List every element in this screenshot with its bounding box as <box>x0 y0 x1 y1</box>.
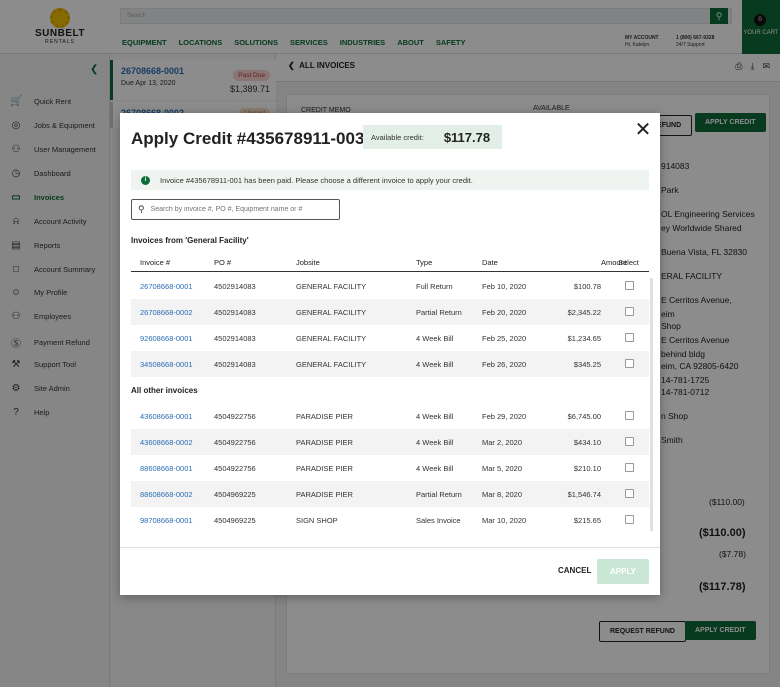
column-header-date: Date <box>482 258 498 267</box>
cell-invoice-link[interactable]: 88608668-0002 <box>140 490 193 499</box>
search-icon: ⚲ <box>138 204 145 214</box>
table-row[interactable]: 92608668-0001 4502914083 GENERAL FACILITY 4… <box>131 325 649 351</box>
cell-amount: $1,546.74 <box>567 490 601 499</box>
cell-invoice-link[interactable]: 43608668-0001 <box>140 412 193 421</box>
cell-type: 4 Week Bill <box>416 334 454 343</box>
cell-po: 4502914083 <box>214 360 256 369</box>
cell-date: Feb 29, 2020 <box>482 412 527 421</box>
select-checkbox[interactable] <box>625 359 634 368</box>
cell-date: Feb 26, 2020 <box>482 360 527 369</box>
cell-date: Mar 2, 2020 <box>482 438 523 447</box>
cell-date: Mar 5, 2020 <box>482 464 523 473</box>
cell-jobsite: SIGN SHOP <box>296 516 338 525</box>
cell-type: 4 Week Bill <box>416 464 454 473</box>
cell-jobsite: GENERAL FACILITY <box>296 360 367 369</box>
cell-type: 4 Week Bill <box>416 412 454 421</box>
apply-button[interactable]: APPLY <box>597 559 649 584</box>
column-header-po: PO # <box>214 258 232 267</box>
cell-invoice-link[interactable]: 92608668-0001 <box>140 334 193 343</box>
cell-type: 4 Week Bill <box>416 438 454 447</box>
cell-invoice-link[interactable]: 26708668-0001 <box>140 282 193 291</box>
available-credit-label: Available credit: <box>371 132 424 142</box>
select-checkbox[interactable] <box>625 411 634 420</box>
invoice-search-field[interactable]: ⚲ <box>131 199 340 220</box>
available-credit-value: $117.78 <box>443 129 491 145</box>
apply-credit-modal: Apply Credit #435678911-003 Available cr… <box>120 113 660 595</box>
modal-title: Apply Credit #435678911-003 <box>131 129 365 148</box>
cancel-button[interactable]: CANCEL <box>558 566 591 575</box>
cell-amount: $215.65 <box>573 516 601 525</box>
cell-jobsite: PARADISE PIER <box>296 490 353 499</box>
cell-po: 4504969225 <box>214 490 256 499</box>
cell-date: Feb 10, 2020 <box>482 282 527 291</box>
cell-invoice-link[interactable]: 26708668-0002 <box>140 308 193 317</box>
cell-invoice-link[interactable]: 34508668-0001 <box>140 360 193 369</box>
cell-invoice-link[interactable]: 88608668-0001 <box>140 464 193 473</box>
cell-jobsite: PARADISE PIER <box>296 412 353 421</box>
cell-po: 4504922756 <box>214 464 256 473</box>
invoice-search-input[interactable] <box>150 206 331 213</box>
cell-jobsite: PARADISE PIER <box>296 464 353 473</box>
cell-amount: $434.10 <box>573 438 601 447</box>
cell-jobsite: GENERAL FACILITY <box>296 334 367 343</box>
cell-jobsite: PARADISE PIER <box>296 438 353 447</box>
cell-po: 4502914083 <box>214 308 256 317</box>
table-row[interactable]: 98708668-0001 4504969225 SIGN SHOP Sales In… <box>131 507 649 533</box>
cell-po: 4504969225 <box>214 516 256 525</box>
table-row[interactable]: 88608668-0001 4504922756 PARADISE PIER 4 We… <box>131 455 649 481</box>
cell-amount: $2,345.22 <box>567 308 601 317</box>
available-credit-box: Available credit: $117.78 <box>363 125 502 149</box>
info-icon: i <box>141 175 150 185</box>
column-header-type: Type <box>416 258 433 267</box>
cell-amount: $6,745.00 <box>567 412 601 421</box>
cell-amount: $1,234.65 <box>567 334 601 343</box>
cell-jobsite: GENERAL FACILITY <box>296 282 367 291</box>
close-icon[interactable]: ✕ <box>632 119 654 141</box>
cell-jobsite: GENERAL FACILITY <box>296 308 367 317</box>
column-header-invoice: Invoice # <box>140 258 171 267</box>
table-row[interactable]: 26708668-0002 4502914083 GENERAL FACILITY P… <box>131 299 649 325</box>
table-row[interactable]: 88608668-0002 4504969225 PARADISE PIER Part… <box>131 481 649 507</box>
column-header-select: Select <box>618 258 639 267</box>
cell-type: Full Return <box>416 282 453 291</box>
cell-po: 4504922756 <box>214 438 256 447</box>
cell-date: Mar 8, 2020 <box>482 490 523 499</box>
select-checkbox[interactable] <box>625 489 634 498</box>
cell-amount: $345.25 <box>573 360 601 369</box>
cell-invoice-link[interactable]: 98708668-0001 <box>140 516 193 525</box>
modal-divider <box>120 547 660 548</box>
scrollbar[interactable] <box>650 278 653 531</box>
select-checkbox[interactable] <box>625 515 634 524</box>
select-checkbox[interactable] <box>625 307 634 316</box>
cell-date: Feb 25, 2020 <box>482 334 527 343</box>
table-row[interactable]: 26708668-0001 4502914083 GENERAL FACILITY F… <box>131 273 649 299</box>
section-heading: Invoices from 'General Facility' <box>131 236 249 245</box>
cell-date: Mar 10, 2020 <box>482 516 527 525</box>
cell-date: Feb 20, 2020 <box>482 308 527 317</box>
cell-type: Sales Invoice <box>416 516 461 525</box>
cell-type: Partial Return <box>416 308 462 317</box>
cell-invoice-link[interactable]: 43608668-0002 <box>140 438 193 447</box>
select-checkbox[interactable] <box>625 437 634 446</box>
section-heading: All other invoices <box>131 386 198 395</box>
cell-po: 4504922756 <box>214 412 256 421</box>
select-checkbox[interactable] <box>625 281 634 290</box>
select-checkbox[interactable] <box>625 463 634 472</box>
column-header-jobsite: Jobsite <box>296 258 320 267</box>
info-notice: i Invoice #435678911-001 has been paid. … <box>131 170 649 190</box>
cell-po: 4502914083 <box>214 334 256 343</box>
cell-amount: $210.10 <box>573 464 601 473</box>
cell-type: 4 Week Bill <box>416 360 454 369</box>
table-row[interactable]: 34508668-0001 4502914083 GENERAL FACILITY 4… <box>131 351 649 377</box>
table-row[interactable]: 43608668-0001 4504922756 PARADISE PIER 4 We… <box>131 403 649 429</box>
cell-po: 4502914083 <box>214 282 256 291</box>
table-row[interactable]: 43608668-0002 4504922756 PARADISE PIER 4 We… <box>131 429 649 455</box>
cell-type: Partial Return <box>416 490 462 499</box>
table-header: Invoice # PO # Jobsite Type Date Amount Select <box>131 252 649 272</box>
notice-text: Invoice #435678911-001 has been paid. Pl… <box>160 175 473 185</box>
select-checkbox[interactable] <box>625 333 634 342</box>
cell-amount: $100.78 <box>573 282 601 291</box>
